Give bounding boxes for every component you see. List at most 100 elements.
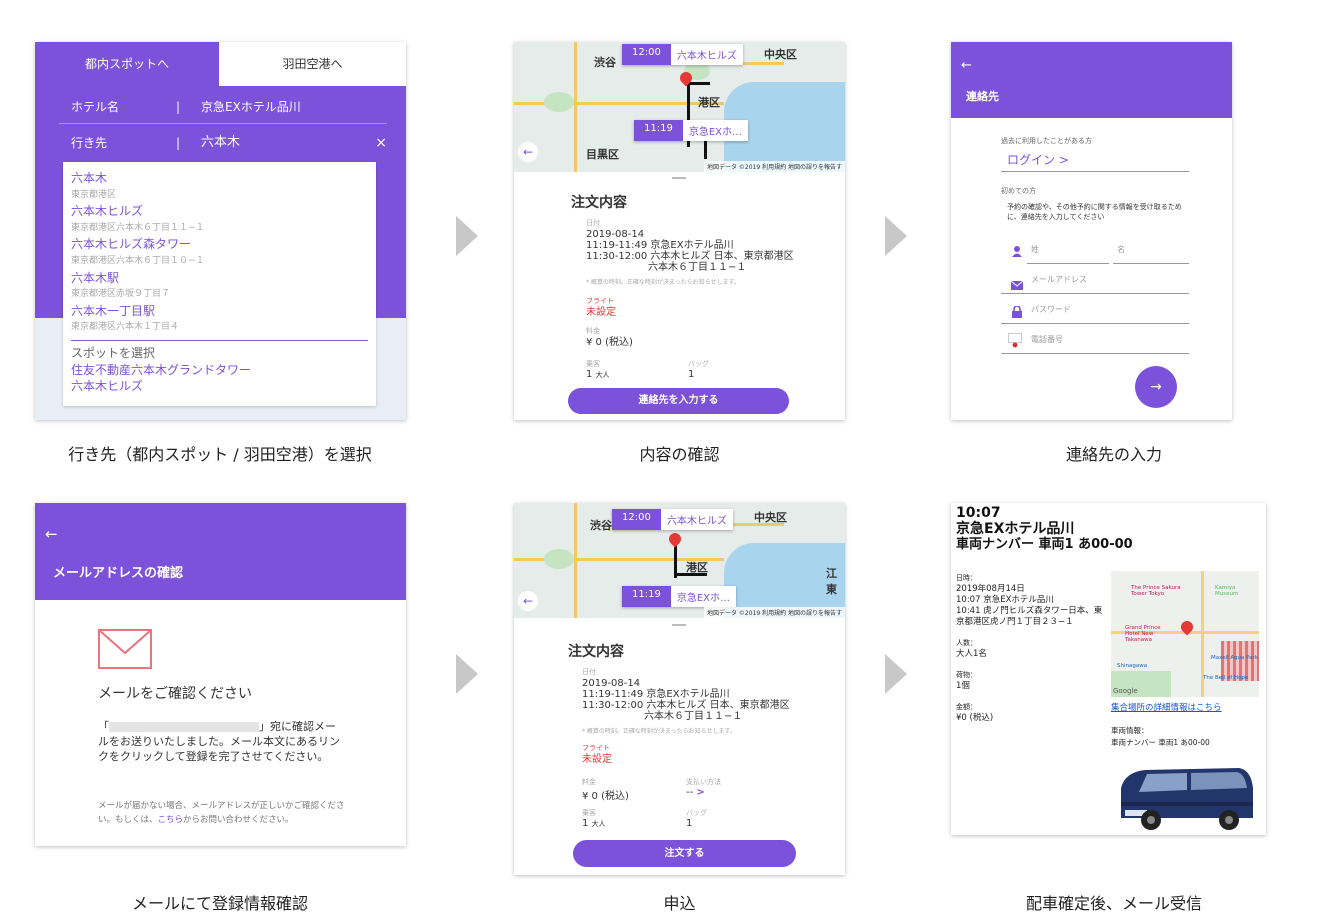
phone-underline — [1001, 353, 1189, 354]
first-name-field[interactable]: 名 — [1117, 244, 1125, 255]
pax-unit: 大人 — [595, 371, 610, 379]
datetime-label: 日時： — [956, 574, 977, 582]
suggestion-name: 六本木駅 — [71, 270, 120, 285]
phone-field[interactable]: 電話番号 — [1031, 334, 1063, 345]
body-text: 「」宛に確認メールをお送りいたしました。メール本文にあるリンクをクリックして登録… — [98, 719, 343, 764]
flight-label: フライト — [586, 297, 614, 305]
van-image — [1111, 758, 1261, 833]
map-label: Maxell Aqua Park — [1211, 655, 1259, 661]
map-tag-origin[interactable]: 11:19 京急EXホ… — [622, 586, 736, 607]
bag-value: 1 — [688, 369, 695, 380]
destination-label: 行き先 — [71, 136, 108, 150]
map-tag-name: 六本木ヒルズ — [676, 51, 737, 62]
drag-handle[interactable] — [672, 177, 686, 179]
email-field[interactable]: メールアドレス — [1031, 274, 1087, 285]
tab-haneda[interactable]: 羽田空港へ — [219, 42, 406, 86]
drag-handle[interactable] — [672, 624, 686, 626]
destination-row[interactable]: 行き先 | 六本木 × — [59, 126, 387, 160]
destination-input[interactable]: 六本木 — [201, 126, 240, 160]
list-item[interactable]: 六本木 東京都港区 — [71, 170, 368, 203]
time-note: * 概算の時刻。正確な時刻が決まったらお知らせします。 — [582, 728, 736, 735]
back-arrow-icon[interactable]: ← — [518, 142, 538, 162]
list-item[interactable]: 六本木ヒルズ東京都港区六本木６丁目１１−１ — [71, 203, 368, 236]
mail-icon — [1010, 275, 1024, 294]
destination-select-screen: 都内スポットへ 羽田空港へ ホテル名 | 京急EXホテル品川 行き先 | 六本木… — [35, 42, 406, 420]
map-tag-origin[interactable]: 11:19 京急EXホ… — [634, 120, 748, 141]
map-label: 港区 — [698, 96, 720, 109]
suggestion-address: 東京都港区六本木６丁目１１−１ — [71, 222, 205, 233]
redacted-email — [109, 722, 259, 732]
spot-heading: スポットを選択 — [71, 345, 156, 360]
email-underline — [1001, 293, 1189, 294]
vehicle-label: 車両情報： — [1111, 726, 1149, 735]
pax-label: 乗客 — [582, 809, 596, 817]
order-details: 日付 2019-08-14 11:19-11:49 京急EXホテル品川 11:3… — [582, 667, 832, 765]
email-details: 日時： 2019年08月14日 10:07 京急EXホテル品川 10:41 虎ノ… — [956, 573, 1106, 724]
map-tag-name: 京急EXホ… — [676, 593, 730, 604]
payment-select[interactable]: -- > — [686, 787, 705, 798]
amount-label: 金額： — [956, 703, 977, 711]
list-item[interactable]: 六本木一丁目駅 東京都港区六本木１丁目４ — [71, 303, 368, 336]
page-title: メールアドレスの確認 — [53, 566, 184, 581]
hotel-separator: | — [176, 100, 181, 114]
back-arrow-icon[interactable]: ← — [45, 525, 58, 543]
caption-step6: 配車確定後、メール受信 — [1025, 894, 1202, 913]
list-item[interactable]: 六本木駅 東京都港区赤坂９丁目７ — [71, 270, 368, 303]
suggestion-name: 六本木ヒルズ — [71, 204, 144, 219]
map-credit: 地図データ ©2019 利用規約 地図の誤りを報告す — [704, 607, 845, 618]
map-tag-destination[interactable]: 12:00 六本木ヒルズ — [612, 509, 733, 530]
meeting-point-link[interactable]: 集合場所の詳細情報はこちら — [1111, 701, 1222, 713]
order-button[interactable]: 注文する — [573, 840, 796, 867]
destination-pin-icon — [666, 530, 684, 548]
back-arrow-icon[interactable]: ← — [961, 58, 972, 73]
tab-tokyo-spot[interactable]: 都内スポットへ — [35, 42, 219, 86]
password-underline — [1001, 323, 1189, 324]
hotel-label: ホテル名 — [71, 100, 120, 114]
people-value: 大人1名 — [956, 649, 987, 659]
help-suffix: からお問い合わせください。 — [183, 815, 294, 825]
envelope-icon — [98, 629, 152, 673]
email-confirm-screen: ← メールアドレスの確認 メールをご確認ください 「」宛に確認メールをお送りいた… — [35, 503, 406, 846]
back-arrow-icon[interactable]: ← — [518, 591, 538, 611]
route-map[interactable]: 渋谷 中央区 港区 江東 12:00 六本木ヒルズ 11:19 京急EXホ… ← 地… — [514, 503, 845, 618]
enter-contact-button[interactable]: 連絡先を入力する — [568, 388, 789, 414]
map-label: Grand Prince Hotel New Takanawa — [1125, 625, 1161, 643]
car-number: 車両ナンバー 車両1 あ00-00 — [956, 537, 1133, 552]
dropoff-line: 11:30-12:00 六本木ヒルズ 日本、東京都港区 — [582, 700, 790, 711]
date-label: 日付 — [582, 668, 596, 676]
clear-icon[interactable]: × — [375, 126, 387, 160]
japan-flag-icon[interactable] — [1008, 333, 1022, 348]
map-tag-destination[interactable]: 12:00 六本木ヒルズ — [622, 44, 743, 65]
meeting-point-map[interactable]: The Prince Sakura Tower Tokyo Kamiya Mus… — [1111, 571, 1259, 697]
dropoff-address: 六本木６丁目１１−１ — [648, 262, 747, 273]
header: ← 連絡先 — [951, 42, 1232, 118]
spot-item[interactable]: 住友不動産六本木グランドタワー — [71, 362, 368, 379]
stage: 都内スポットへ 羽田空港へ ホテル名 | 京急EXホテル品川 行き先 | 六本木… — [0, 0, 1327, 924]
flight-value: 未設定 — [586, 307, 616, 318]
hotel-row[interactable]: ホテル名 | 京急EXホテル品川 — [59, 90, 387, 124]
map-label: 港区 — [686, 561, 708, 574]
order-title: 注文内容 — [568, 644, 624, 660]
password-field[interactable]: パスワード — [1031, 304, 1071, 315]
next-button[interactable]: → — [1135, 366, 1177, 408]
first-name-underline — [1113, 263, 1189, 264]
contact-link[interactable]: こちら — [158, 815, 184, 825]
map-tag-time: 12:00 — [622, 44, 671, 65]
last-name-field[interactable]: 姓 — [1031, 244, 1039, 255]
order-submit-screen: 渋谷 中央区 港区 江東 12:00 六本木ヒルズ 11:19 京急EXホ… ← 地… — [514, 503, 845, 875]
pax-count: 1 — [586, 369, 593, 380]
last-name-underline — [1027, 263, 1109, 264]
map-label: 渋谷 — [594, 56, 616, 69]
list-item[interactable]: 六本木ヒルズ森タワー 東京都港区六本木６丁目１０−１ — [71, 236, 368, 269]
map-label: Google — [1113, 687, 1138, 695]
login-link[interactable]: ログイン > — [1007, 151, 1069, 168]
suggestion-address: 東京都港区六本木１丁目４ — [71, 322, 180, 333]
spot-item[interactable]: 六本木ヒルズ — [71, 378, 368, 395]
route-map[interactable]: 渋谷 中央区 港区 目黒区 12:00 六本木ヒルズ 11:19 京急EXホ… ← … — [514, 42, 845, 172]
map-label: 中央区 — [764, 48, 797, 61]
map-label: 目黒区 — [586, 148, 619, 161]
pax-count: 1 — [582, 818, 589, 829]
caption-step5: 申込 — [663, 894, 696, 913]
pax-value: 1 大人 — [582, 818, 606, 829]
datetime-date: 2019年08月14日 — [956, 584, 1025, 594]
